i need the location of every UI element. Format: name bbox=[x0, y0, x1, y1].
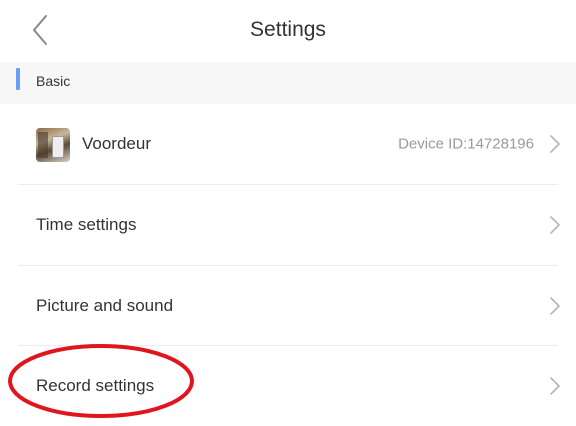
device-id-text: Device ID:14728196 bbox=[398, 135, 534, 153]
chevron-right-icon bbox=[550, 297, 560, 315]
device-thumbnail bbox=[36, 128, 70, 162]
chevron-right-icon bbox=[550, 216, 560, 234]
page-title: Settings bbox=[250, 18, 326, 41]
row-device[interactable]: Voordeur Device ID:14728196 bbox=[0, 104, 576, 184]
row-record-settings[interactable]: Record settings bbox=[0, 346, 576, 426]
section-header-basic: Basic bbox=[0, 62, 576, 104]
header-bar: Settings bbox=[0, 0, 576, 64]
row-picture-and-sound[interactable]: Picture and sound bbox=[0, 266, 576, 346]
device-name: Voordeur bbox=[82, 134, 151, 153]
row-label-time-settings: Time settings bbox=[36, 215, 137, 234]
section-accent-bar bbox=[16, 68, 20, 90]
section-label: Basic bbox=[36, 73, 71, 89]
thumbnail-door bbox=[52, 136, 64, 158]
chevron-right-icon bbox=[550, 377, 560, 395]
row-label-record-settings: Record settings bbox=[36, 376, 155, 395]
thumbnail-shade bbox=[38, 132, 48, 158]
row-time-settings[interactable]: Time settings bbox=[0, 185, 576, 265]
row-label-picture-and-sound: Picture and sound bbox=[36, 296, 174, 315]
chevron-right-icon bbox=[550, 135, 560, 153]
